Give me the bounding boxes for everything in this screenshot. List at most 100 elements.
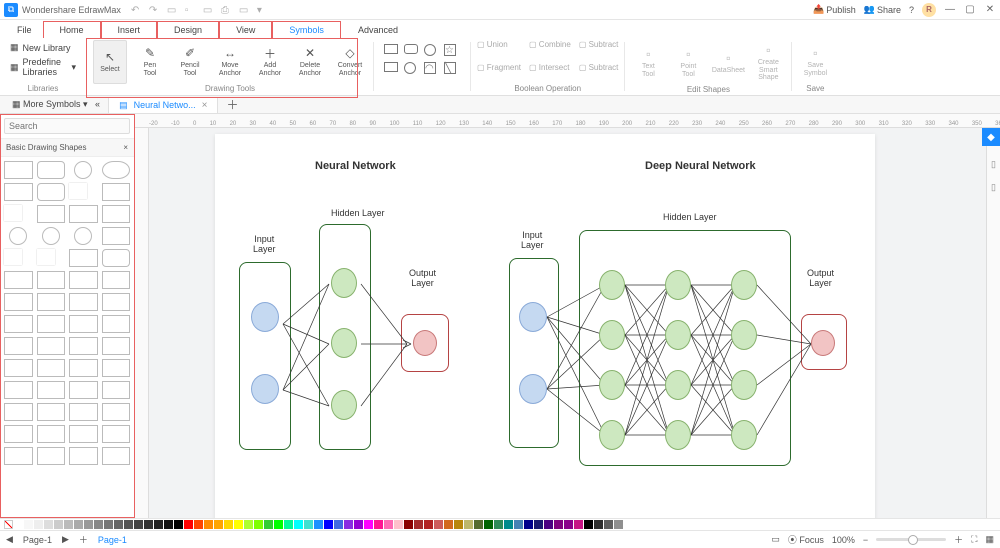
palette-shape[interactable]	[102, 359, 131, 377]
palette-shape[interactable]	[69, 271, 98, 289]
palette-shape[interactable]	[4, 359, 33, 377]
sidebar-section-header[interactable]: Basic Drawing Shapes ×	[0, 139, 134, 157]
tab-file[interactable]: File	[6, 21, 43, 38]
palette-shape[interactable]	[37, 161, 66, 179]
palette-shape[interactable]	[4, 337, 33, 355]
color-swatch[interactable]	[154, 520, 163, 529]
palette-shape[interactable]	[37, 359, 66, 377]
color-swatch[interactable]	[464, 520, 473, 529]
document-tab[interactable]: ▤ Neural Netwo... ×	[108, 97, 218, 113]
delete-anchor-button[interactable]: ✕DeleteAnchor	[293, 40, 327, 84]
bool-subtract[interactable]: ▢ Subtract	[579, 63, 619, 84]
no-fill-swatch[interactable]	[4, 520, 13, 529]
palette-shape[interactable]	[37, 293, 66, 311]
palette-shape[interactable]	[37, 183, 66, 201]
palette-shape[interactable]	[102, 249, 131, 267]
color-swatch[interactable]	[494, 520, 503, 529]
color-swatch[interactable]	[284, 520, 293, 529]
color-swatch[interactable]	[534, 520, 543, 529]
pencil-button[interactable]: ✐PencilTool	[173, 40, 207, 84]
user-avatar[interactable]: R	[922, 3, 936, 17]
color-swatch[interactable]	[404, 520, 413, 529]
new-tab-button[interactable]: ＋	[226, 96, 238, 113]
palette-shape[interactable]	[102, 381, 131, 399]
palette-shape[interactable]	[37, 337, 66, 355]
more-symbols-toggle[interactable]: ▦ More Symbols ▾ «	[4, 97, 108, 112]
color-swatch[interactable]	[584, 520, 593, 529]
export-icon[interactable]: ▭	[203, 5, 213, 15]
color-swatch[interactable]	[174, 520, 183, 529]
color-swatch[interactable]	[294, 520, 303, 529]
palette-shape[interactable]	[69, 293, 98, 311]
palette-shape[interactable]	[37, 315, 66, 333]
color-swatch[interactable]	[194, 520, 203, 529]
palette-shape[interactable]	[4, 293, 33, 311]
select-button[interactable]: ↖Select	[93, 40, 127, 84]
palette-shape[interactable]	[4, 161, 33, 179]
color-swatch[interactable]	[454, 520, 463, 529]
color-swatch[interactable]	[354, 520, 363, 529]
color-swatch[interactable]	[84, 520, 93, 529]
color-swatch[interactable]	[94, 520, 103, 529]
square-tool-icon[interactable]	[384, 62, 398, 72]
help-icon[interactable]: ?	[909, 5, 914, 15]
color-swatch[interactable]	[244, 520, 253, 529]
palette-shape[interactable]	[4, 315, 33, 333]
palette-shape[interactable]	[4, 381, 33, 399]
tab-view[interactable]: View	[219, 21, 272, 38]
palette-shape[interactable]	[69, 447, 98, 465]
canvas-paper[interactable]: Neural Network Input Layer Hidden Layer …	[215, 134, 875, 518]
palette-shape[interactable]	[102, 227, 131, 245]
minimize-button[interactable]: —	[944, 4, 956, 16]
palette-shape[interactable]	[102, 425, 131, 443]
color-swatch[interactable]	[554, 520, 563, 529]
palette-shape[interactable]	[69, 403, 98, 421]
bool-intersect[interactable]: ▢ Intersect	[529, 63, 571, 84]
roundrect-tool-icon[interactable]	[404, 44, 418, 54]
publish-button[interactable]: 📤 Publish	[813, 4, 856, 15]
color-swatch[interactable]	[114, 520, 123, 529]
palette-shape[interactable]	[69, 381, 98, 399]
color-swatch[interactable]	[504, 520, 513, 529]
color-swatch[interactable]	[44, 520, 53, 529]
palette-shape[interactable]	[69, 315, 98, 333]
palette-shape[interactable]	[102, 447, 131, 465]
ellipse-tool-icon[interactable]	[424, 44, 436, 56]
palette-shape[interactable]	[102, 271, 131, 289]
edit-datasheet[interactable]: ▫DataSheet	[711, 40, 745, 85]
palette-shape[interactable]	[74, 161, 92, 179]
color-swatch[interactable]	[564, 520, 573, 529]
color-swatch[interactable]	[264, 520, 273, 529]
palette-shape[interactable]	[4, 271, 33, 289]
canvas-area[interactable]: -20-100102030405060708090100110120130140…	[135, 114, 1000, 518]
palette-shape[interactable]	[4, 447, 33, 465]
undo-icon[interactable]: ↶	[131, 5, 141, 15]
palette-shape[interactable]	[69, 183, 87, 199]
palette-shape[interactable]	[37, 249, 55, 265]
color-swatch[interactable]	[344, 520, 353, 529]
palette-shape[interactable]	[4, 183, 33, 201]
color-swatch[interactable]	[64, 520, 73, 529]
palette-shape[interactable]	[4, 403, 33, 421]
arc-tool-icon[interactable]: ◠	[424, 62, 436, 74]
palette-shape[interactable]	[37, 425, 66, 443]
color-swatch[interactable]	[514, 520, 523, 529]
color-swatch[interactable]	[474, 520, 483, 529]
color-swatch[interactable]	[164, 520, 173, 529]
color-swatch[interactable]	[574, 520, 583, 529]
palette-shape[interactable]	[74, 227, 92, 245]
circle-tool-icon[interactable]	[404, 62, 416, 74]
palette-shape[interactable]	[102, 205, 131, 223]
color-swatch[interactable]	[324, 520, 333, 529]
color-swatch[interactable]	[184, 520, 193, 529]
color-swatch[interactable]	[14, 520, 23, 529]
palette-shape[interactable]	[69, 249, 98, 267]
add-anchor-button[interactable]: ＋AddAnchor	[253, 40, 287, 84]
color-swatch[interactable]	[74, 520, 83, 529]
color-swatch[interactable]	[414, 520, 423, 529]
color-swatch[interactable]	[384, 520, 393, 529]
color-swatch[interactable]	[224, 520, 233, 529]
more-icon[interactable]: ▾	[257, 5, 267, 15]
color-swatch[interactable]	[364, 520, 373, 529]
comments-icon[interactable]: ▯	[991, 182, 996, 193]
